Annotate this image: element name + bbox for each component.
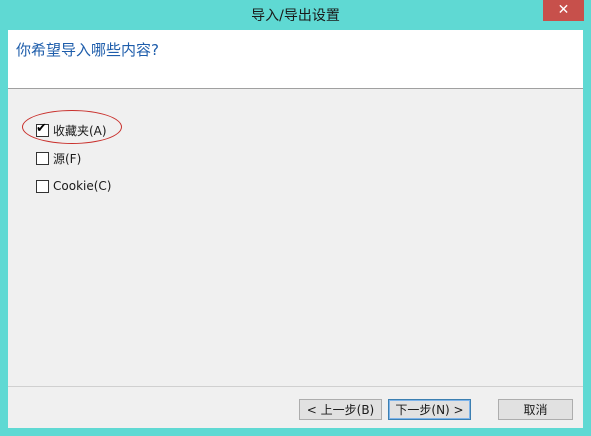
option-cookies[interactable]: Cookie(C) (36, 177, 111, 195)
option-feeds[interactable]: 源(F) (36, 149, 111, 167)
import-options: ✔ 收藏夹(A) 源(F) Cookie(C) (22, 110, 122, 205)
close-button[interactable]: ✕ (543, 0, 584, 21)
back-button[interactable]: < 上一步(B) (299, 399, 382, 420)
dialog-body: 你希望导入哪些内容? ✔ 收藏夹(A) 源(F) Cookie(C) < 上一步… (8, 30, 583, 428)
feeds-label[interactable]: 源(F) (53, 150, 81, 167)
dialog-window: 导入/导出设置 ✕ 你希望导入哪些内容? ✔ 收藏夹(A) 源(F) Cooki… (0, 0, 591, 436)
checkmark-icon: ✔ (36, 120, 47, 136)
wizard-header: 你希望导入哪些内容? (8, 30, 583, 89)
close-icon: ✕ (557, 2, 570, 18)
cancel-button[interactable]: 取消 (498, 399, 573, 420)
feeds-checkbox[interactable] (36, 151, 49, 165)
footer-divider (8, 386, 583, 387)
favorites-checkbox[interactable]: ✔ (36, 120, 49, 137)
cookies-checkbox[interactable] (36, 179, 49, 193)
favorites-label[interactable]: 收藏夹(A) (53, 122, 107, 139)
window-title: 导入/导出设置 (251, 8, 340, 24)
next-button[interactable]: 下一步(N) > (388, 399, 471, 420)
option-favorites[interactable]: ✔ 收藏夹(A) (22, 110, 122, 144)
cookies-label[interactable]: Cookie(C) (53, 179, 111, 193)
title-bar[interactable]: 导入/导出设置 ✕ (0, 0, 591, 30)
page-question: 你希望导入哪些内容? (16, 41, 159, 59)
